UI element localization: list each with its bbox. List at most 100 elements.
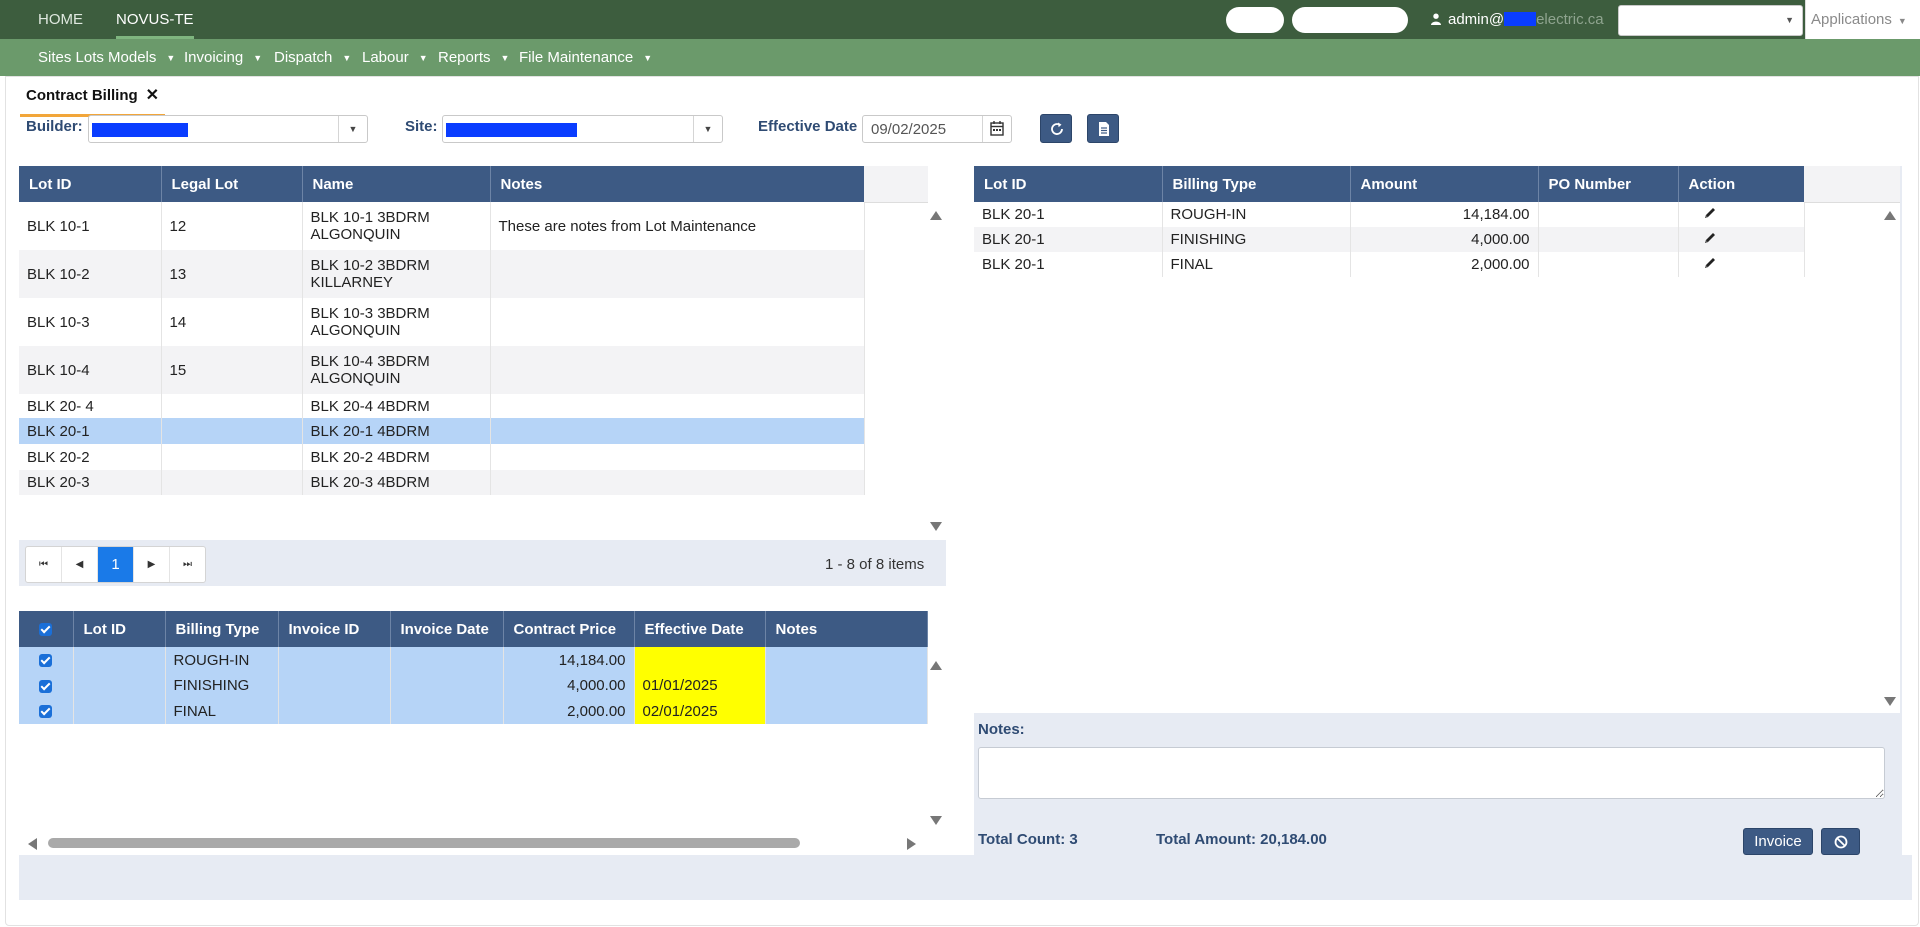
scroll-up-arrow[interactable] — [930, 211, 942, 220]
user-account[interactable]: admin@ electric.ca — [1430, 0, 1604, 39]
column-header[interactable]: Lot ID — [19, 166, 162, 202]
pencil-icon[interactable] — [1703, 206, 1717, 220]
table-row[interactable]: BLK 10-4 15 BLK 10-4 3BDRM ALGONQUIN — [19, 346, 865, 394]
scroll-down-arrow[interactable] — [1884, 697, 1896, 706]
notes-cell: These are notes from Lot Maintenance — [490, 202, 865, 250]
top-pill-button-wide[interactable] — [1292, 7, 1408, 33]
po-number-cell — [1538, 252, 1679, 277]
tab-contract-billing[interactable]: Contract Billing ✕ — [20, 84, 166, 117]
column-header[interactable]: Notes — [765, 611, 928, 647]
row-checkbox-cell[interactable] — [19, 673, 74, 698]
menu-dispatch[interactable]: Dispatch ▼ — [274, 39, 351, 76]
last-page-icon[interactable]: ⏭ — [170, 547, 205, 582]
menu-labour[interactable]: Labour ▼ — [362, 39, 428, 76]
table-row[interactable]: BLK 10-1 12 BLK 10-1 3BDRM ALGONQUIN Thes… — [19, 202, 865, 250]
chevron-down-icon: ▼ — [253, 53, 263, 63]
cancel-button[interactable] — [1821, 828, 1860, 855]
column-header[interactable]: Invoice ID — [278, 611, 391, 647]
column-header[interactable]: PO Number — [1538, 166, 1679, 202]
menu-sites-lots-models[interactable]: Sites Lots Models ▼ — [38, 39, 175, 76]
column-header[interactable]: Lot ID — [974, 166, 1163, 202]
lots-grid-header: Lot ID Legal Lot Name Notes — [19, 166, 865, 202]
column-header[interactable]: Billing Type — [165, 611, 279, 647]
table-row[interactable]: BLK 20-1 ROUGH-IN 14,184.00 — [974, 202, 1805, 227]
pencil-icon[interactable] — [1703, 256, 1717, 270]
scroll-up-arrow[interactable] — [930, 661, 942, 670]
applications-label: Applications — [1811, 11, 1892, 28]
column-header[interactable]: Invoice Date — [390, 611, 504, 647]
column-header[interactable]: Notes — [490, 166, 865, 202]
redacted-block — [1504, 12, 1537, 26]
calendar-icon[interactable] — [982, 116, 1011, 142]
column-header[interactable]: Contract Price — [503, 611, 635, 647]
column-header[interactable]: Amount — [1350, 166, 1539, 202]
table-row[interactable]: FINISHING 4,000.00 01/01/2025 — [19, 673, 928, 698]
chevron-down-icon[interactable]: ▼ — [338, 116, 367, 142]
column-header[interactable]: Billing Type — [1162, 166, 1351, 202]
applications-menu[interactable]: Applications ▼ — [1805, 0, 1920, 39]
scroll-down-arrow[interactable] — [930, 816, 942, 825]
top-pill-button[interactable] — [1226, 7, 1284, 33]
prev-page-icon[interactable]: ◀ — [62, 547, 98, 582]
refresh-button[interactable] — [1040, 114, 1072, 143]
site-select[interactable]: ▼ — [442, 115, 723, 143]
next-page-icon[interactable]: ▶ — [134, 547, 170, 582]
table-row[interactable]: BLK 10-3 14 BLK 10-3 3BDRM ALGONQUIN — [19, 298, 865, 346]
po-number-cell — [1538, 202, 1679, 227]
table-row[interactable]: BLK 10-2 13 BLK 10-2 3BDRM KILLARNEY — [19, 250, 865, 298]
row-checkbox-cell[interactable] — [19, 647, 74, 673]
effective-date-input[interactable] — [869, 120, 983, 139]
table-row[interactable]: ROUGH-IN 14,184.00 — [19, 647, 928, 673]
notes-textarea[interactable] — [978, 747, 1885, 799]
billing-type-cell: FINAL — [165, 698, 279, 724]
scroll-down-arrow[interactable] — [930, 522, 942, 531]
menu-invoicing[interactable]: Invoicing ▼ — [184, 39, 262, 76]
first-page-icon[interactable]: ⏮ — [26, 547, 62, 582]
column-header[interactable]: Name — [302, 166, 491, 202]
pencil-icon[interactable] — [1703, 231, 1717, 245]
table-row[interactable]: BLK 20- 4 BLK 20-4 4BDRM — [19, 394, 865, 418]
scroll-up-arrow[interactable] — [1884, 211, 1896, 220]
builder-select[interactable]: ▼ — [88, 115, 368, 143]
document-button[interactable] — [1087, 114, 1119, 143]
page-number-button[interactable]: 1 — [98, 547, 134, 582]
invoice-date-cell — [390, 673, 504, 698]
column-header[interactable]: Lot ID — [73, 611, 166, 647]
tab-novus-te[interactable]: NOVUS-TE — [116, 0, 194, 39]
row-checkbox[interactable] — [39, 654, 53, 668]
select-all-checkbox[interactable] — [39, 623, 53, 637]
lot-id-cell — [73, 673, 166, 698]
effective-date-field[interactable] — [862, 115, 1012, 143]
notes-cell — [765, 673, 928, 698]
column-header[interactable]: Effective Date — [634, 611, 766, 647]
chevron-down-icon[interactable]: ▼ — [693, 116, 722, 142]
contract-price-cell: 14,184.00 — [503, 647, 635, 673]
table-row[interactable]: FINAL 2,000.00 02/01/2025 — [19, 698, 928, 724]
tab-label: Contract Billing — [26, 87, 138, 104]
select-all-header[interactable] — [19, 611, 74, 647]
notes-cell — [490, 346, 865, 394]
column-header[interactable]: Legal Lot — [161, 166, 303, 202]
table-row[interactable]: BLK 20-3 BLK 20-3 4BDRM — [19, 470, 865, 495]
scroll-left-arrow[interactable] — [28, 838, 37, 850]
row-checkbox-cell[interactable] — [19, 698, 74, 724]
table-row[interactable]: BLK 20-1 FINISHING 4,000.00 — [974, 227, 1805, 252]
row-checkbox[interactable] — [39, 705, 53, 719]
company-select[interactable]: ▼ — [1618, 5, 1803, 36]
close-icon[interactable]: ✕ — [146, 87, 159, 104]
builder-label: Builder: — [26, 118, 83, 135]
column-header[interactable]: Action — [1678, 166, 1805, 202]
horizontal-scrollbar[interactable] — [48, 838, 800, 848]
table-row-selected[interactable]: BLK 20-1 BLK 20-1 4BDRM — [19, 418, 865, 444]
menu-reports[interactable]: Reports ▼ — [438, 39, 509, 76]
table-row[interactable]: BLK 20-1 FINAL 2,000.00 — [974, 252, 1805, 277]
invoice-grid: Lot ID Billing Type Amount PO Number Act… — [974, 166, 1805, 277]
invoice-button[interactable]: Invoice — [1743, 828, 1813, 855]
row-checkbox[interactable] — [39, 679, 53, 693]
table-row[interactable]: BLK 20-2 BLK 20-2 4BDRM — [19, 444, 865, 470]
menu-file-maintenance[interactable]: File Maintenance ▼ — [519, 39, 652, 76]
legal-lot-cell: 14 — [161, 298, 303, 346]
scroll-right-arrow[interactable] — [907, 838, 916, 850]
lot-id-cell — [73, 698, 166, 724]
tab-home[interactable]: HOME — [38, 0, 83, 39]
